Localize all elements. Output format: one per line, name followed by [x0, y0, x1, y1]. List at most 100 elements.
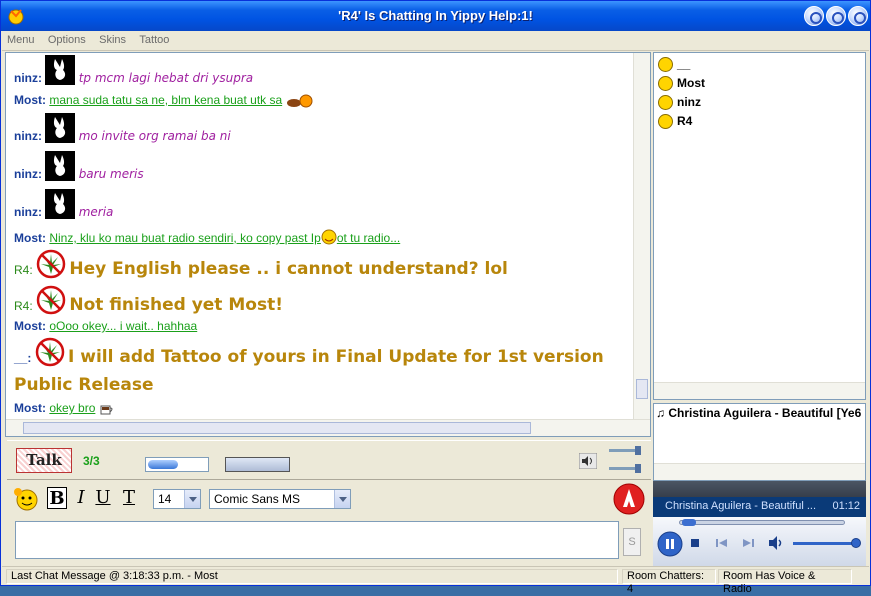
font-size-select[interactable]: 14	[153, 489, 201, 509]
italic-button[interactable]: I	[71, 487, 91, 509]
title-bar[interactable]: 'R4' Is Chatting In Yippy Help:1!	[1, 1, 870, 31]
previous-icon[interactable]	[715, 537, 729, 549]
media-player: Christina Aguilera - Beautiful ... 01:12	[653, 481, 866, 567]
voice-controls: Talk 3/3	[7, 440, 651, 480]
text-color-button[interactable]: T	[119, 487, 139, 509]
message-input[interactable]	[15, 521, 619, 559]
user-name: R4	[677, 114, 693, 128]
playback-time: 01:12	[832, 500, 860, 512]
mic-level-meter	[225, 457, 290, 472]
slider-thumb[interactable]	[635, 446, 641, 455]
scroll-thumb[interactable]	[636, 379, 648, 399]
maximize-button[interactable]	[826, 6, 846, 26]
seek-bar[interactable]	[679, 519, 845, 526]
user-list[interactable]: __ Most ninz R4	[653, 52, 866, 400]
smiley-icon	[658, 114, 673, 130]
radio-list-item[interactable]: ♫ Christina Aguilera - Beautiful [Ye6	[656, 406, 861, 420]
smiley-icon	[658, 76, 673, 92]
message-text: oOoo okey... i wait.. hahhaa	[49, 319, 198, 333]
message-text: meria	[78, 205, 114, 219]
menu-item-skins[interactable]: Skins	[94, 31, 131, 49]
radio-list-horizontal-scrollbar[interactable]	[654, 463, 865, 480]
bold-button[interactable]: B	[47, 487, 67, 509]
message-text: Hey English please .. i cannot understan…	[69, 259, 508, 279]
user-name: Most	[677, 76, 705, 90]
message-nick: ninz:	[14, 205, 42, 219]
message-text: mana suda tatu sa ne, blm kena buat utk …	[49, 93, 283, 107]
message-nick: ninz:	[14, 167, 42, 181]
playboy-bunny-icon	[45, 55, 76, 85]
seek-thumb[interactable]	[682, 519, 696, 526]
volume-thumb[interactable]	[851, 538, 861, 548]
chat-message: R4: Not finished yet Most!	[14, 285, 283, 315]
chat-message: ninz: meria	[14, 189, 113, 219]
chevron-down-icon[interactable]	[184, 490, 200, 508]
emoticon-picker-icon[interactable]	[13, 487, 39, 511]
menu-item-tattoo[interactable]: Tattoo	[134, 31, 174, 49]
chat-log[interactable]: ninz: tp mcm lagi hebat dri ysupra Most:…	[5, 52, 651, 437]
pause-icon[interactable]	[657, 531, 683, 557]
speaker-icon[interactable]	[579, 453, 597, 469]
message-nick: Most:	[14, 93, 46, 107]
volume-slider-bottom[interactable]	[609, 464, 641, 473]
chat-message: Most: Ninz, klu ko mau buat radio sendir…	[14, 229, 400, 245]
message-nick: Most:	[14, 231, 46, 245]
user-list-item[interactable]: ninz	[658, 95, 701, 111]
smiley-icon	[658, 57, 673, 73]
volume-slider-top[interactable]	[609, 446, 641, 455]
voice-level-fill	[148, 460, 178, 469]
menu-item-options[interactable]: Options	[43, 31, 91, 49]
chat-message: ninz: baru meris	[14, 151, 144, 181]
message-nick: R4:	[14, 263, 33, 277]
message-nick: R4:	[14, 299, 33, 313]
scroll-thumb[interactable]	[23, 422, 531, 434]
chat-message: Most: okey bro	[14, 401, 115, 416]
user-list-item[interactable]: R4	[658, 114, 693, 130]
chat-message: Most: oOoo okey... i wait.. hahhaa	[14, 319, 197, 333]
message-text: Ninz, klu ko mau buat radio sendiri, ko …	[49, 231, 321, 245]
volume-slider[interactable]	[793, 538, 861, 548]
stop-icon[interactable]	[689, 537, 701, 549]
now-playing-text: Christina Aguilera - Beautiful ...	[665, 500, 817, 512]
smiley-icon	[321, 229, 337, 245]
chat-message: Most: mana suda tatu sa ne, blm kena bua…	[14, 93, 314, 108]
chevron-down-icon[interactable]	[334, 490, 350, 508]
emoticon-icon	[286, 94, 314, 108]
message-text-continued: Public Release	[14, 375, 154, 395]
close-button[interactable]	[848, 6, 868, 26]
alert-icon[interactable]	[613, 483, 645, 515]
volume-icon[interactable]	[767, 535, 785, 551]
user-list-item[interactable]: __	[658, 57, 690, 73]
message-text: baru meris	[78, 167, 144, 181]
font-family-select[interactable]: Comic Sans MS	[209, 489, 351, 509]
voice-level-meter	[145, 457, 209, 472]
font-size-value: 14	[158, 492, 172, 506]
underline-button[interactable]: U	[93, 487, 113, 509]
chat-horizontal-scrollbar[interactable]	[6, 419, 650, 436]
menu-item-menu[interactable]: Menu	[2, 31, 40, 49]
music-note-icon: ♫	[656, 406, 665, 420]
font-family-value: Comic Sans MS	[214, 492, 301, 506]
no-weed-icon	[35, 337, 65, 367]
talk-button[interactable]: Talk	[16, 448, 72, 473]
minimize-button[interactable]	[804, 6, 824, 26]
no-weed-icon	[36, 249, 66, 279]
message-nick: ninz:	[14, 71, 42, 85]
format-toolbar: B I U T 14 Comic Sans MS	[7, 482, 651, 516]
chat-message: __: I will add Tattoo of yours in Final …	[14, 337, 604, 367]
room-voice-status: Room Has Voice & Radio	[718, 569, 852, 595]
status-bar: Last Chat Message @ 3:18:33 p.m. - Most …	[2, 566, 869, 595]
playboy-bunny-icon	[45, 189, 76, 219]
chat-message: ninz: tp mcm lagi hebat dri ysupra	[14, 55, 253, 85]
chat-vertical-scrollbar[interactable]	[633, 53, 650, 419]
user-list-horizontal-scrollbar[interactable]	[654, 382, 865, 399]
slider-thumb[interactable]	[635, 464, 641, 473]
send-button[interactable]: S	[623, 528, 641, 556]
user-list-item[interactable]: Most	[658, 76, 705, 92]
message-text-continued: ot tu radio...	[336, 231, 401, 245]
last-message-status: Last Chat Message @ 3:18:33 p.m. - Most	[6, 569, 618, 584]
radio-list[interactable]: ♫ Christina Aguilera - Beautiful [Ye6	[653, 403, 866, 481]
chat-message-continued: Public Release	[14, 375, 153, 395]
message-text: Not finished yet Most!	[69, 295, 283, 315]
next-icon[interactable]	[741, 537, 755, 549]
